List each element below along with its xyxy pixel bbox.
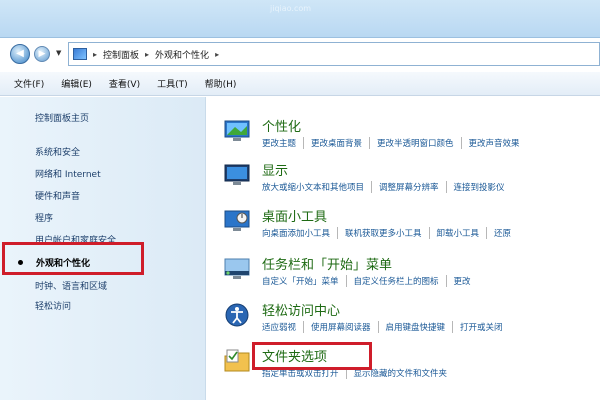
left-nav-ease-of-access[interactable]: 轻松访问: [35, 299, 71, 312]
menu-view[interactable]: 查看(V): [109, 77, 140, 90]
personalization-icon: [224, 120, 250, 141]
link-screen-reader[interactable]: 使用屏幕阅读器: [303, 321, 378, 333]
section-personalization: 个性化 更改主题 更改桌面背景 更改半透明窗口颜色 更改声音效果: [218, 116, 600, 162]
section-title[interactable]: 桌面小工具: [262, 206, 327, 225]
link-change-theme[interactable]: 更改主题: [262, 137, 303, 149]
annotation-highlight-box: [252, 342, 372, 370]
watermark: jiqiao.com: [270, 4, 312, 13]
back-arrow-icon: ◀: [16, 48, 24, 59]
recent-pages-dropdown[interactable]: ▼: [56, 49, 61, 57]
chevron-down-icon: ▼: [56, 49, 62, 57]
breadcrumb-separator-icon[interactable]: ▸: [215, 50, 219, 59]
link-get-more-gadgets[interactable]: 联机获取更多小工具: [337, 227, 429, 239]
left-nav-network-internet[interactable]: 网络和 Internet: [35, 167, 101, 180]
control-panel-icon: [73, 48, 87, 60]
link-customize-start-menu[interactable]: 自定义「开始」菜单: [262, 275, 346, 287]
left-nav-hardware-sound[interactable]: 硬件和声音: [35, 189, 80, 202]
gadgets-icon: [224, 210, 250, 231]
link-projector[interactable]: 连接到投影仪: [445, 181, 512, 193]
section-title[interactable]: 个性化: [262, 116, 301, 135]
section-desktop-gadgets: 桌面小工具 向桌面添加小工具 联机获取更多小工具 卸载小工具 还原: [218, 206, 600, 252]
taskbar-icon: [224, 258, 250, 279]
menu-tools[interactable]: 工具(T): [157, 77, 188, 90]
window-titlebar: jiqiao.com: [0, 0, 600, 38]
link-customize-taskbar-icons[interactable]: 自定义任务栏上的图标: [345, 275, 446, 287]
left-nav-control-panel-home[interactable]: 控制面板主页: [35, 111, 89, 124]
menu-help[interactable]: 帮助(H): [205, 77, 237, 90]
section-title[interactable]: 轻松访问中心: [262, 300, 340, 319]
link-window-color[interactable]: 更改半透明窗口颜色: [369, 137, 461, 149]
forward-button[interactable]: ▶: [34, 46, 50, 62]
annotation-highlight-box: [2, 242, 144, 275]
section-links: 放大或缩小文本和其他项目 调整屏幕分辨率 连接到投影仪: [262, 181, 512, 193]
breadcrumb-control-panel[interactable]: 控制面板: [103, 48, 139, 61]
display-icon: [224, 164, 250, 185]
section-title[interactable]: 任务栏和「开始」菜单: [262, 254, 392, 273]
menu-file[interactable]: 文件(F): [14, 77, 44, 90]
link-change-background[interactable]: 更改桌面背景: [303, 137, 369, 149]
link-uninstall-gadget[interactable]: 卸载小工具: [428, 227, 487, 239]
section-links: 向桌面添加小工具 联机获取更多小工具 卸载小工具 还原: [262, 227, 518, 239]
breadcrumb-separator-icon[interactable]: ▸: [93, 50, 97, 59]
link-low-vision[interactable]: 适应弱视: [262, 321, 303, 333]
folder-options-icon: [224, 349, 250, 372]
section-taskbar-start-menu: 任务栏和「开始」菜单 自定义「开始」菜单 自定义任务栏上的图标 更改: [218, 254, 600, 300]
breadcrumb-separator-icon[interactable]: ▸: [145, 50, 149, 59]
link-change[interactable]: 更改: [445, 275, 478, 287]
section-title[interactable]: 显示: [262, 160, 288, 179]
left-nav-programs[interactable]: 程序: [35, 211, 53, 224]
left-nav-clock-language-region[interactable]: 时钟、语言和区域: [35, 279, 107, 292]
link-keyboard-shortcuts[interactable]: 启用键盘快捷键: [377, 321, 453, 333]
ease-of-access-icon: [225, 303, 249, 327]
section-links: 适应弱视 使用屏幕阅读器 启用键盘快捷键 打开或关闭: [262, 321, 510, 333]
link-restore[interactable]: 还原: [486, 227, 518, 239]
back-button[interactable]: ◀: [10, 44, 30, 64]
section-links: 更改主题 更改桌面背景 更改半透明窗口颜色 更改声音效果: [262, 137, 527, 149]
section-ease-of-access: 轻松访问中心 适应弱视 使用屏幕阅读器 启用键盘快捷键 打开或关闭: [218, 300, 600, 346]
breadcrumb-appearance[interactable]: 外观和个性化: [155, 48, 209, 61]
link-text-size[interactable]: 放大或缩小文本和其他项目: [262, 181, 371, 193]
left-nav-system-security[interactable]: 系统和安全: [35, 145, 80, 158]
section-links: 自定义「开始」菜单 自定义任务栏上的图标 更改: [262, 275, 478, 287]
link-add-gadgets[interactable]: 向桌面添加小工具: [262, 227, 337, 239]
address-bar[interactable]: ▸ 控制面板 ▸ 外观和个性化 ▸: [68, 42, 600, 66]
forward-arrow-icon: ▶: [38, 49, 46, 59]
link-toggle[interactable]: 打开或关闭: [452, 321, 510, 333]
section-display: 显示 放大或缩小文本和其他项目 调整屏幕分辨率 连接到投影仪: [218, 160, 600, 206]
link-sound-effects[interactable]: 更改声音效果: [460, 137, 527, 149]
menu-edit[interactable]: 编辑(E): [61, 77, 92, 90]
menu-bar: 文件(F) 编辑(E) 查看(V) 工具(T) 帮助(H): [0, 72, 600, 96]
link-resolution[interactable]: 调整屏幕分辨率: [371, 181, 446, 193]
